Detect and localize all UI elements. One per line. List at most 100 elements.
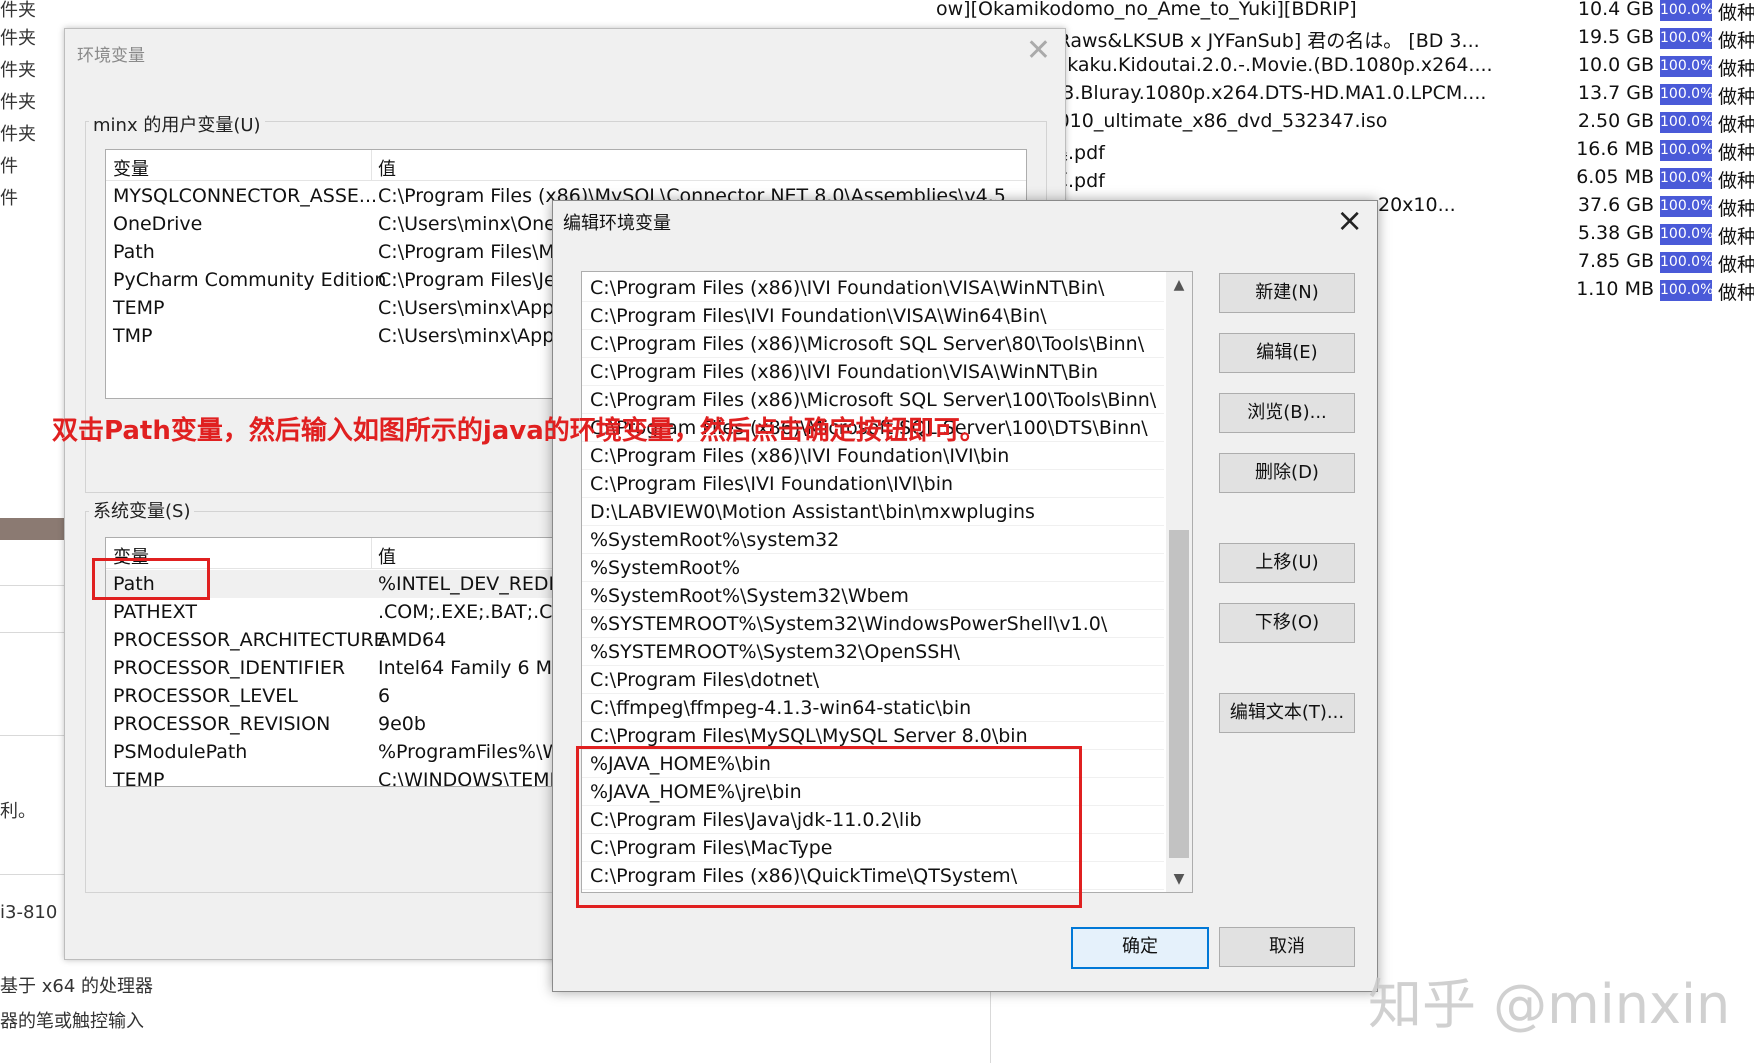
path-entry[interactable]: C:\Program Files (x86)\IVI Foundation\VI… (582, 274, 1164, 302)
move-down-button[interactable]: 下移(O) (1219, 603, 1355, 643)
download-status: 做种 (1718, 226, 1754, 248)
download-name: 20x10... (1378, 194, 1456, 216)
download-status: 做种 (1718, 142, 1754, 164)
download-size: 5.38 GB (1577, 222, 1654, 244)
scrollbar-thumb[interactable] (1169, 530, 1189, 858)
path-entry[interactable]: %SYSTEMROOT%\System32\OpenSSH\ (582, 638, 1164, 666)
download-size: 6.05 MB (1576, 166, 1654, 188)
progress-bar: 100.0% (1660, 0, 1713, 21)
table-header: 变量 值 (106, 150, 1026, 181)
instruction-annotation: 双击Path变量，然后输入如图所示的java的环境变量，然后点击确定按钮即可。 (52, 416, 986, 446)
variable-name: MYSQLCONNECTOR_ASSE... (113, 185, 378, 207)
window-title: 环境变量 (77, 46, 145, 66)
dialog-title: 编辑环境变量 (563, 213, 671, 234)
browse-button[interactable]: 浏览(B)... (1219, 393, 1355, 433)
download-status: 做种 (1718, 114, 1754, 136)
ok-button[interactable]: 确定 (1071, 927, 1209, 969)
new-button[interactable]: 新建(N) (1219, 273, 1355, 313)
variable-value: %INTEL_DEV_REDIST (378, 573, 578, 595)
path-entry[interactable]: %SYSTEMROOT%\System32\WindowsPowerShell\… (582, 610, 1164, 638)
download-size: 2.50 GB (1577, 110, 1654, 132)
variable-name: TEMP (113, 297, 165, 319)
path-entry[interactable]: C:\Program Files\IVI Foundation\VISA\Win… (582, 302, 1164, 330)
progress-bar: 100.0% (1660, 56, 1713, 77)
progress-bar: 100.0% (1660, 28, 1713, 49)
download-size: 16.6 MB (1576, 138, 1654, 160)
delete-button[interactable]: 删除(D) (1219, 453, 1355, 493)
path-entry[interactable]: C:\Program Files (x86)\IVI Foundation\VI… (582, 358, 1164, 386)
divider (0, 735, 64, 736)
download-name: NK-Raws&LKSUB x JYFanSub] 君の名は。 [BD 3... (1026, 30, 1480, 52)
variable-value: C:\Users\minx\AppD (378, 297, 569, 319)
variable-name: PROCESSOR_ARCHITECTURE (113, 629, 386, 651)
variable-name: PROCESSOR_REVISION (113, 713, 331, 735)
download-size: 10.4 GB (1577, 0, 1654, 20)
explorer-image-strip (0, 518, 64, 540)
edit-button[interactable]: 编辑(E) (1219, 333, 1355, 373)
download-size: 19.5 GB (1577, 26, 1654, 48)
column-header-variable[interactable]: 变量 (113, 155, 149, 181)
explorer-fragment: 件夹 (0, 60, 36, 81)
download-name: 2013.Bluray.1080p.x264.DTS-HD.MA1.0.LPCM… (1026, 82, 1487, 104)
path-entry[interactable]: C:\Program Files\dotnet\ (582, 666, 1164, 694)
highlight-box-java-paths (576, 746, 1082, 908)
download-name: ow][Okamikodomo_no_Ame_to_Yuki][BDRIP] (936, 0, 1357, 20)
download-status: 做种 (1718, 58, 1754, 80)
path-entry[interactable]: C:\Program Files\IVI Foundation\IVI\bin (582, 470, 1164, 498)
close-icon[interactable]: ✕ (1026, 33, 1051, 68)
path-entry[interactable]: D:\LABVIEW0\Motion Assistant\bin\mxwplug… (582, 498, 1164, 526)
path-entry[interactable]: C:\Program Files (x86)\Microsoft SQL Ser… (582, 330, 1164, 358)
user-variables-label: minx 的用户变量(U) (89, 111, 265, 137)
vertical-scrollbar[interactable]: ▲ ▼ (1166, 272, 1192, 892)
download-size: 37.6 GB (1577, 194, 1654, 216)
system-variables-label: 系统变量(S) (89, 497, 195, 523)
explorer-fragment: 件 (0, 188, 18, 209)
variable-value: C:\Users\minx\OneD (378, 213, 571, 235)
move-up-button[interactable]: 上移(U) (1219, 543, 1355, 583)
zhihu-watermark: 知乎 @minxin (1368, 973, 1731, 1036)
close-icon[interactable]: × (1336, 201, 1363, 239)
explorer-fragment: i3-810 (0, 902, 58, 923)
column-separator[interactable] (371, 538, 372, 568)
column-header-value[interactable]: 值 (378, 155, 396, 181)
explorer-fragment: 件夹 (0, 28, 36, 49)
download-name: .Koukaku.Kidoutai.2.0.-.Movie.(BD.1080p.… (1026, 54, 1493, 76)
variable-value: Intel64 Family 6 Mo (378, 657, 564, 679)
path-entry[interactable]: %SystemRoot% (582, 554, 1164, 582)
variable-name: Path (113, 241, 155, 263)
progress-bar: 100.0% (1660, 168, 1713, 189)
progress-bar: 100.0% (1660, 252, 1713, 273)
cancel-button[interactable]: 取消 (1219, 927, 1355, 967)
explorer-fragment: 利。 (0, 801, 36, 822)
variable-name: PROCESSOR_IDENTIFIER (113, 657, 346, 679)
variable-name: TMP (113, 325, 153, 347)
divider (0, 874, 64, 875)
scroll-down-icon[interactable]: ▼ (1166, 866, 1192, 892)
download-name: _2010_ultimate_x86_dvd_532347.iso (1036, 110, 1388, 132)
download-size: 10.0 GB (1577, 54, 1654, 76)
variable-value: C:\Users\minx\AppD (378, 325, 569, 347)
variable-value: C:\Program Files\Jet (378, 269, 564, 291)
path-entry[interactable]: C:\ffmpeg\ffmpeg-4.1.3-win64-static\bin (582, 694, 1164, 722)
scroll-up-icon[interactable]: ▲ (1166, 272, 1192, 298)
variable-value: 6 (378, 685, 391, 707)
variable-value: %ProgramFiles%\Wi (378, 741, 567, 763)
path-entry[interactable]: %SystemRoot%\System32\Wbem (582, 582, 1164, 610)
column-header-value[interactable]: 值 (378, 543, 396, 569)
variable-name: PATHEXT (113, 601, 197, 623)
download-status: 做种 (1718, 170, 1754, 192)
progress-bar: 100.0% (1660, 84, 1713, 105)
path-entry[interactable]: %SystemRoot%\system32 (582, 526, 1164, 554)
explorer-fragment: 件 (0, 156, 18, 177)
explorer-fragment: 件夹 (0, 92, 36, 113)
divider (0, 585, 64, 586)
edit-text-button[interactable]: 编辑文本(T)... (1219, 693, 1355, 733)
column-separator[interactable] (371, 150, 372, 180)
divider (0, 632, 64, 633)
explorer-fragment: 件夹 (0, 124, 36, 145)
progress-bar: 100.0% (1660, 224, 1713, 245)
explorer-fragment: 基于 x64 的处理器 (0, 976, 153, 997)
variable-name: PROCESSOR_LEVEL (113, 685, 298, 707)
explorer-fragment: 件夹 (0, 0, 36, 21)
download-size: 1.10 MB (1576, 278, 1654, 300)
